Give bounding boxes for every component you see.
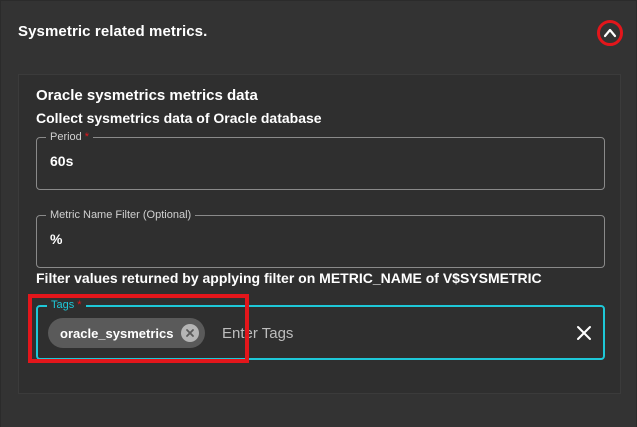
required-mark: * (77, 299, 82, 311)
period-value[interactable]: 60s (50, 153, 73, 169)
tags-field[interactable]: Tags * oracle_sysmetrics (36, 298, 605, 360)
close-icon[interactable] (576, 325, 592, 341)
tag-chip[interactable]: oracle_sysmetrics (48, 318, 206, 348)
section-title: Sysmetric related metrics. (18, 23, 208, 40)
metric-name-filter-helper: Filter values returned by applying filte… (36, 270, 542, 286)
period-label: Period * (46, 130, 94, 144)
metric-name-filter-field[interactable]: Metric Name Filter (Optional) % (36, 208, 605, 268)
section-header[interactable]: Sysmetric related metrics. (1, 1, 636, 63)
x-icon (186, 329, 195, 337)
period-label-text: Period (50, 131, 82, 143)
card-title: Oracle sysmetrics metrics data (36, 87, 258, 104)
sysmetrics-card: Oracle sysmetrics metrics data Collect s… (18, 74, 621, 394)
period-field[interactable]: Period * 60s (36, 130, 605, 190)
required-mark: * (84, 131, 90, 143)
cancel-circle-icon[interactable] (181, 324, 200, 342)
metric-name-filter-value[interactable]: % (50, 231, 62, 247)
sysmetric-section-panel: Sysmetric related metrics. Oracle sysmet… (1, 1, 636, 427)
metric-name-filter-label: Metric Name Filter (Optional) (46, 208, 196, 222)
tags-input[interactable] (222, 321, 552, 345)
collapse-button[interactable] (597, 20, 623, 46)
tags-label: Tags * (47, 298, 86, 312)
card-subtitle: Collect sysmetrics data of Oracle databa… (36, 110, 322, 126)
tag-chip-label: oracle_sysmetrics (60, 325, 174, 341)
chevron-up-icon (603, 28, 617, 38)
tags-label-text: Tags (51, 299, 75, 311)
